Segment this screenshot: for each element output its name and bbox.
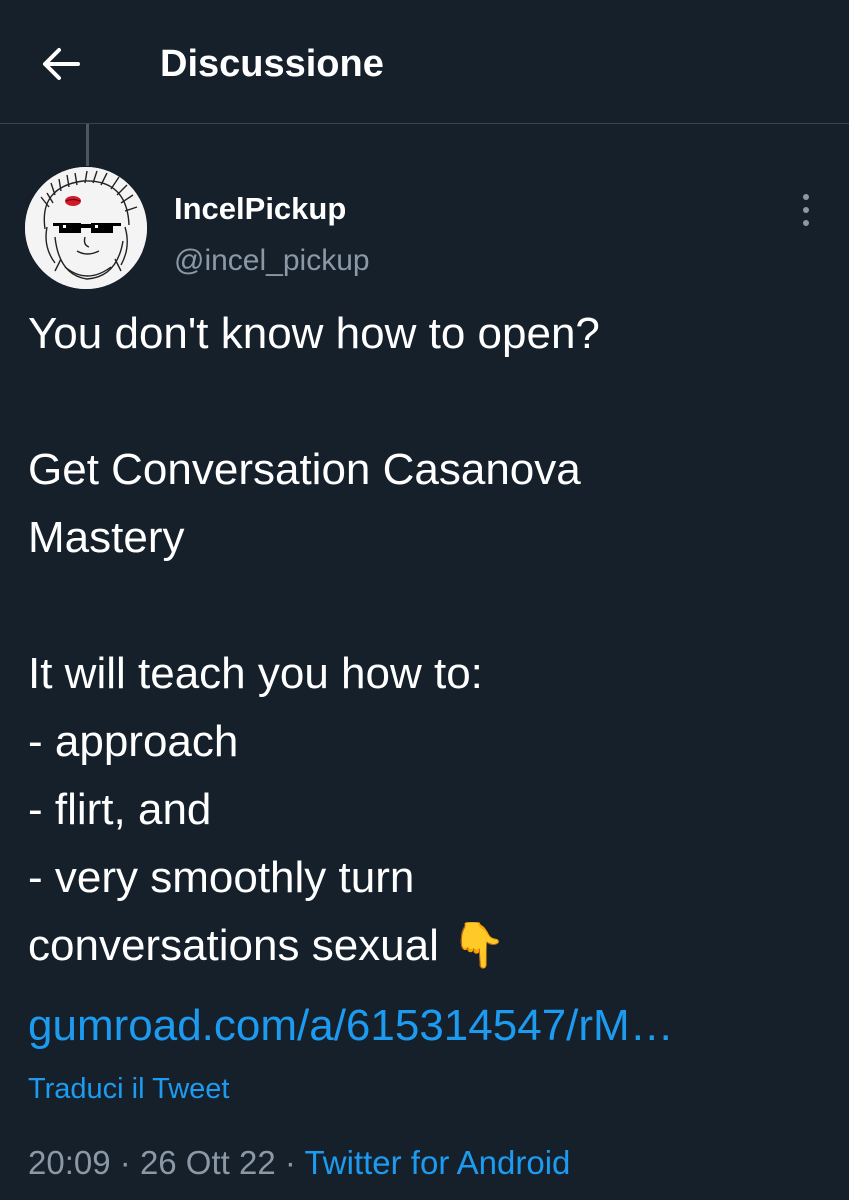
thread-connector-line (86, 124, 89, 166)
tweet-text-line: - very smoothly turn (28, 853, 415, 902)
avatar[interactable] (25, 167, 147, 289)
avatar-image (25, 167, 147, 289)
more-options-button[interactable] (788, 190, 824, 230)
more-vertical-icon (803, 194, 809, 226)
pointing-down-emoji-icon: 👇 (451, 921, 506, 970)
tweet-text-line: Mastery (28, 513, 185, 562)
meta-separator: · (284, 1144, 296, 1181)
page-title: Discussione (160, 43, 384, 85)
tweet-text-line: Get Conversation Casanova (28, 445, 581, 494)
tweet-text-line: - flirt, and (28, 785, 212, 834)
tweet-text-line: conversations sexual (28, 921, 439, 970)
tweet-metadata: 20:09 · 26 Ott 22 · Twitter for Android (28, 1142, 570, 1184)
tweet-link[interactable]: gumroad.com/a/615314547/rM… (28, 992, 674, 1060)
arrow-left-icon (43, 48, 80, 80)
tweet-date[interactable]: 26 Ott 22 (140, 1144, 276, 1181)
author-handle[interactable]: @incel_pickup (174, 242, 370, 280)
author-display-name[interactable]: IncelPickup (174, 190, 346, 228)
tweet-source-link[interactable]: Twitter for Android (304, 1144, 570, 1181)
tweet-text-line-with-emoji: conversations sexual 👇 (28, 912, 828, 980)
translate-tweet-link[interactable]: Traduci il Tweet (28, 1070, 229, 1108)
meta-separator: · (119, 1144, 131, 1181)
tweet-text-line: It will teach you how to: (28, 649, 483, 698)
tweet-text-line: You don't know how to open? (28, 309, 600, 358)
tweet-text-line: - approach (28, 717, 239, 766)
back-button[interactable] (30, 38, 90, 90)
top-bar: Discussione (0, 0, 849, 124)
tweet-text: You don't know how to open? Get Conversa… (28, 300, 828, 980)
tweet-time: 20:09 (28, 1144, 111, 1181)
